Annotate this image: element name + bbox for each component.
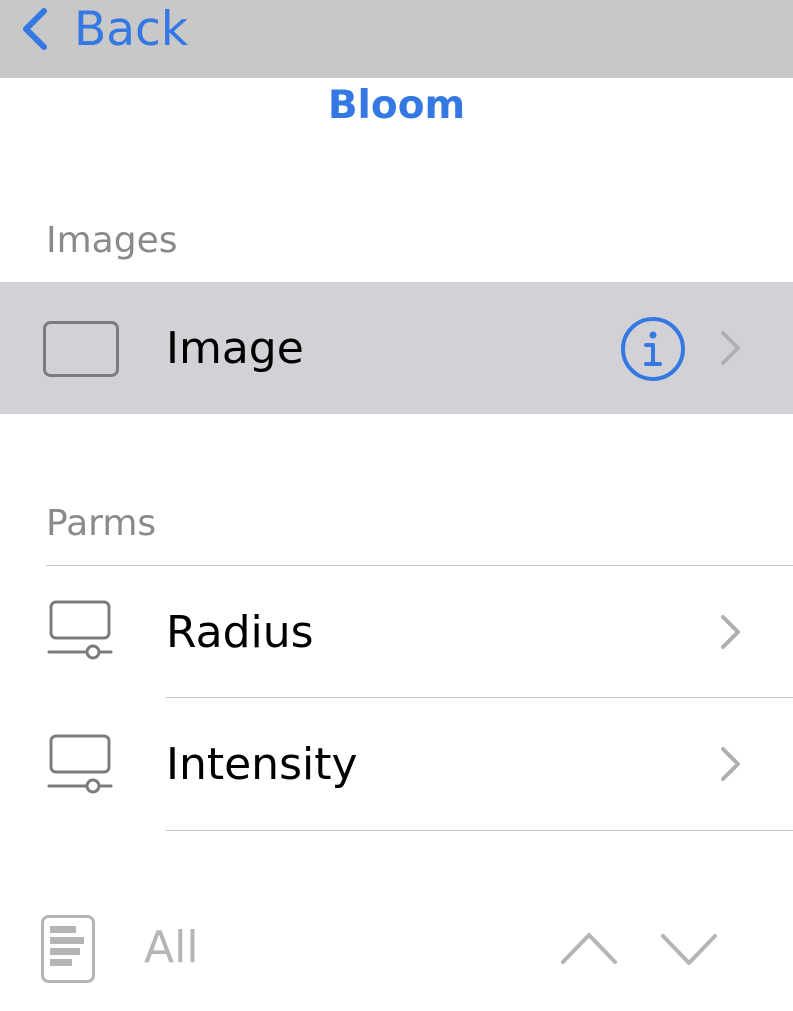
document-list-icon[interactable] xyxy=(40,914,96,984)
chevron-right-icon xyxy=(721,615,740,649)
row-label-image: Image xyxy=(166,322,304,374)
chevron-right-icon xyxy=(721,747,740,781)
navigation-bar: Back xyxy=(0,0,793,78)
slider-parameter-icon xyxy=(47,600,113,660)
row-radius[interactable]: Radius xyxy=(0,566,793,698)
section-header-parms: Parms xyxy=(46,503,157,544)
divider xyxy=(166,830,793,831)
back-button-label: Back xyxy=(74,1,189,57)
chevron-down-icon[interactable] xyxy=(660,932,718,968)
chevron-right-icon xyxy=(721,331,740,365)
filter-all-label[interactable]: All xyxy=(144,922,199,974)
row-intensity[interactable]: Intensity xyxy=(0,698,793,830)
chevron-up-icon[interactable] xyxy=(560,930,618,966)
back-button[interactable]: Back xyxy=(18,0,188,58)
section-header-images: Images xyxy=(46,220,178,261)
image-frame-icon xyxy=(43,321,119,377)
page: Back Bloom Images Image Parms Radius Int… xyxy=(0,0,793,1011)
slider-parameter-icon xyxy=(47,734,113,794)
page-title: Bloom xyxy=(327,83,466,128)
row-label-radius: Radius xyxy=(166,606,314,658)
row-image[interactable]: Image xyxy=(0,282,793,414)
row-label-intensity: Intensity xyxy=(166,738,358,790)
info-circle-icon[interactable] xyxy=(620,316,686,382)
chevron-left-icon xyxy=(23,8,47,50)
